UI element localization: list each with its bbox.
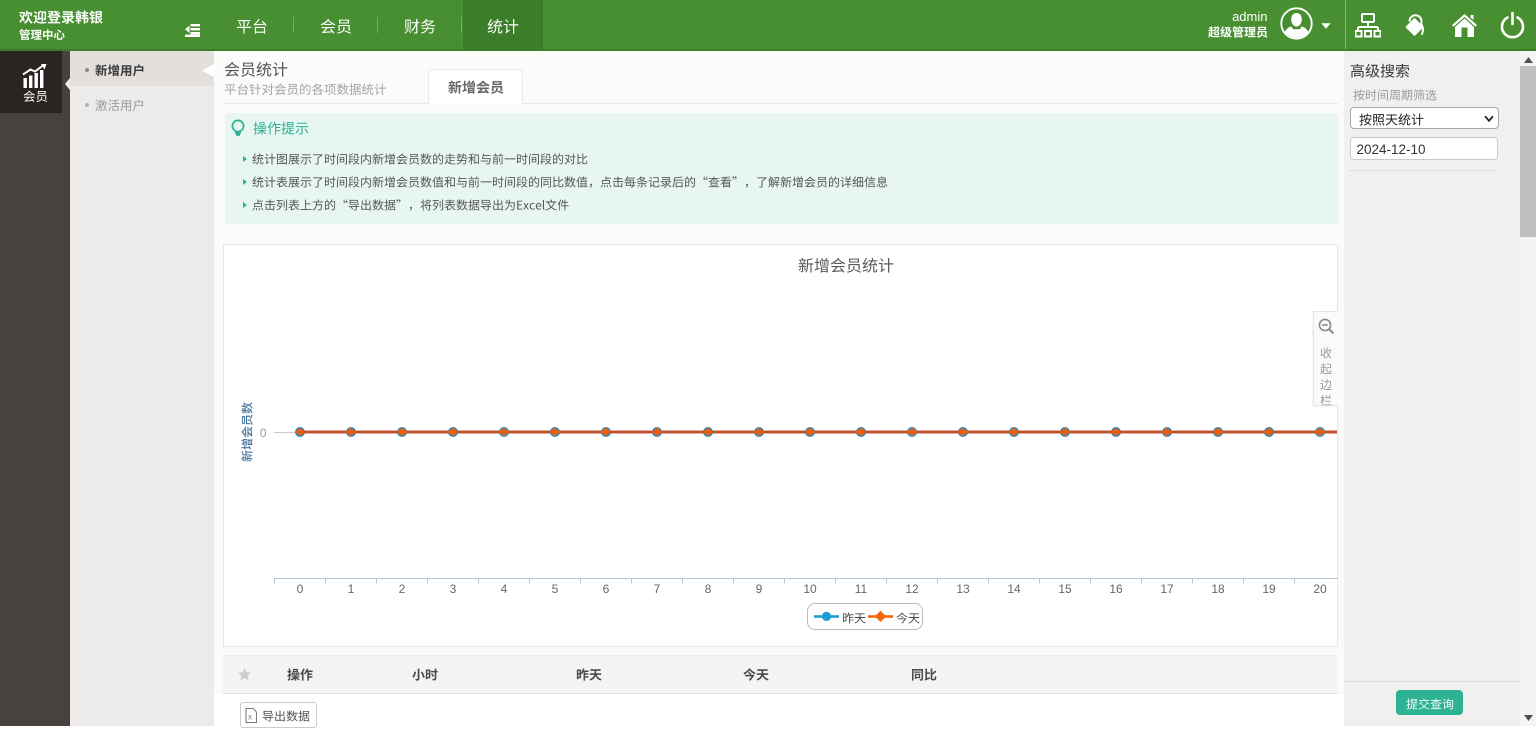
svg-text:x: x	[248, 712, 252, 721]
